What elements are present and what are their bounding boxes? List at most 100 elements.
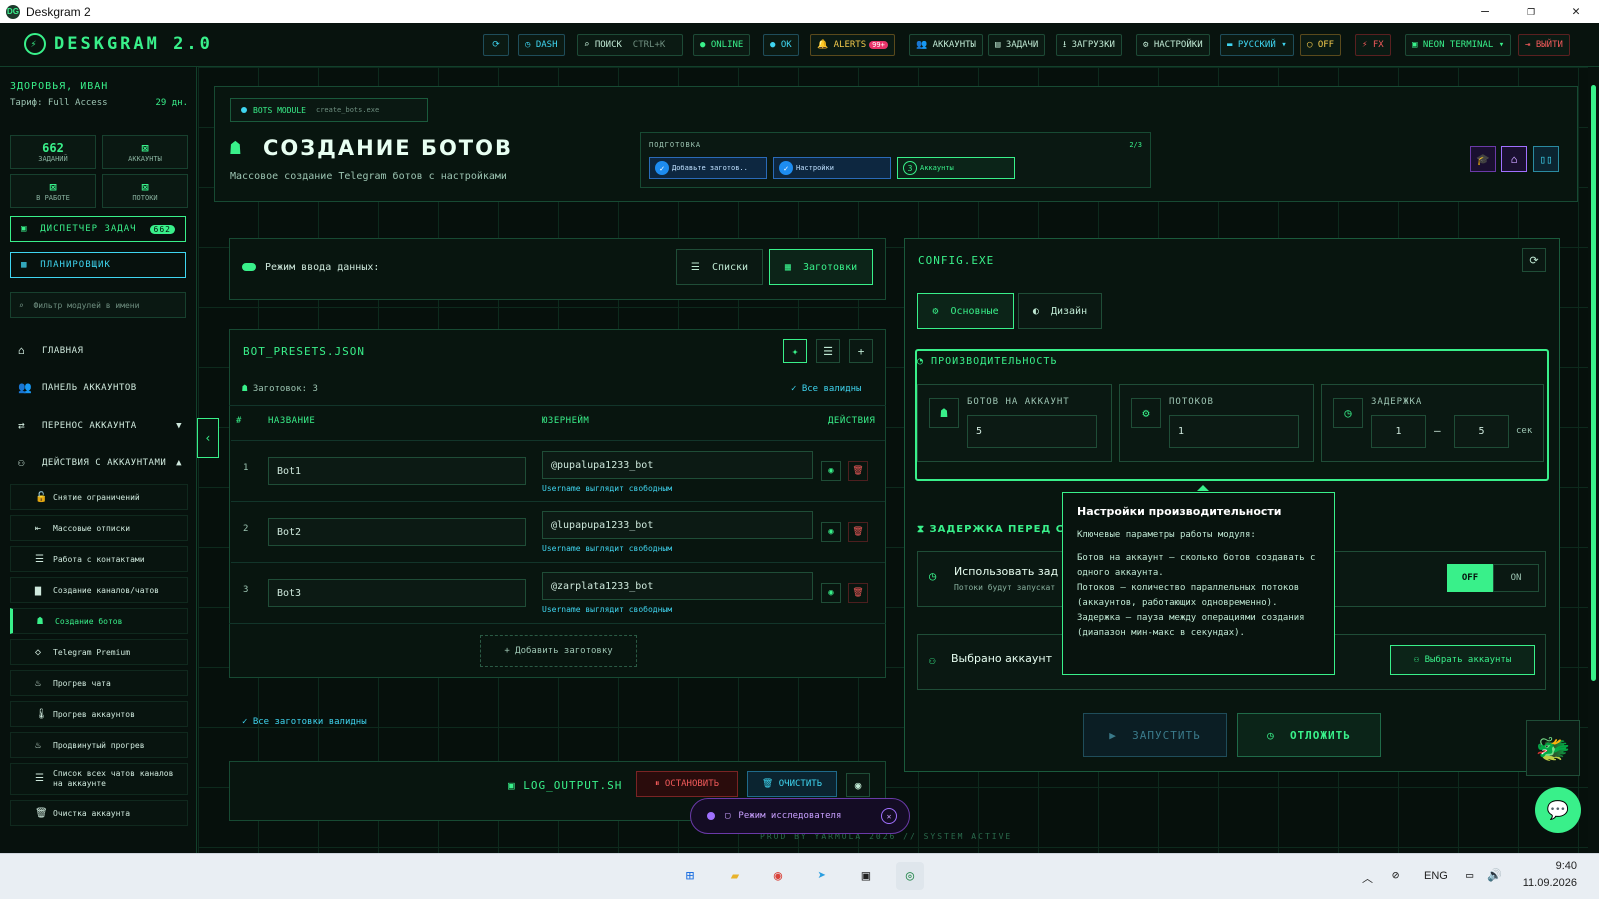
lists-button[interactable]: ☰ Списки [676,249,763,285]
terminal-icon[interactable]: ▣ [852,862,880,890]
nav-accounts-panel[interactable]: 👥 ПАНЕЛЬ АККАУНТОВ [18,381,188,394]
step-settings[interactable]: ✓ Настройки [773,157,891,179]
bot-name-input[interactable]: Bot2 [268,518,526,546]
sub-contacts[interactable]: ☰ Работа с контактами [10,546,188,572]
downloads-button[interactable]: ⭳ ЗАГРУЗКИ [1056,34,1122,56]
sub-remove-restrictions[interactable]: 🔓 Снятие ограничений [10,484,188,510]
bot-name-input[interactable]: Bot1 [268,457,526,485]
file-explorer-icon[interactable]: ▰ [721,862,749,890]
tasks-button[interactable]: ▤ ЗАДАЧИ [988,34,1046,56]
mascot-avatar[interactable]: 🐲 [1526,720,1580,776]
gauge-icon: ◔ [917,356,932,367]
dash-button[interactable]: ◷ DASH [518,34,565,56]
home-view-button[interactable]: ⌂ [1501,146,1527,172]
sub-account-warmup[interactable]: 🌡 Прогрев аккаунтов [10,701,188,727]
sub-chat-list[interactable]: ☰ Список всех чатов каналов на аккаунте [10,763,188,795]
module-file: create_bots.exe [315,106,380,114]
neon-terminal-select[interactable]: ▣ NEON TERMINAL ▾ [1405,34,1512,56]
delay-max-input[interactable]: 5 [1454,415,1509,448]
tray-chevron-up-icon[interactable]: ︿ [1362,870,1373,886]
dispatcher-button[interactable]: ▣ ДИСПЕТЧЕР ЗАДАЧ 662 [10,216,186,242]
nav-home[interactable]: ⌂ ГЛАВНАЯ [18,344,188,357]
collapse-sidebar-button[interactable]: ‹ [197,418,219,458]
bot-username-input[interactable]: @zarplata1233_bot [542,572,813,600]
add-preset-button[interactable]: + Добавить заготовку [480,635,637,667]
delay-min-input[interactable]: 1 [1371,415,1426,448]
clock-time[interactable]: 9:40 [1527,860,1577,872]
toggle-icon[interactable] [242,263,256,271]
telegram-icon[interactable]: ➤ [808,862,836,890]
postpone-button[interactable]: ◷ ОТЛОЖИТЬ [1237,713,1381,757]
deskgram-icon[interactable]: ◎ [896,862,924,890]
docs-button[interactable]: ▯▯ [1533,146,1559,172]
sub-mass-unsubscribe[interactable]: ⇤ Массовые отписки [10,515,188,541]
network-icon[interactable]: ⊘ [1392,868,1399,882]
delete-button[interactable]: 🗑 [848,461,868,481]
delete-button[interactable]: 🗑 [848,522,868,542]
choose-accounts-button[interactable]: ⚇ Выбрать аккаунты [1390,645,1535,675]
tab-design[interactable]: ◐ Дизайн [1018,293,1102,329]
planner-button[interactable]: ▦ ПЛАНИРОВЩИК [10,252,186,278]
settings-button[interactable]: ⚙ НАСТРОЙКИ [1136,34,1210,56]
list-view-button[interactable]: ☰ [816,339,840,363]
preview-button[interactable]: ◉ [821,522,841,542]
language-indicator[interactable]: ENG [1424,870,1448,882]
threads-input[interactable]: 1 [1169,415,1299,448]
add-preset-icon-button[interactable]: + [849,339,873,363]
log-view-button[interactable]: ◉ [846,773,870,797]
sub-chat-warmup[interactable]: ♨ Прогрев чата [10,670,188,696]
alerts-button[interactable]: 🔔 ALERTS 99+ [810,34,895,56]
bot-name-input[interactable]: Bot3 [268,579,526,607]
nav-account-actions[interactable]: ⚇ ДЕЙСТВИЯ С АККАУНТАМИ ▲ [18,456,188,469]
chrome-icon[interactable]: ◉ [764,862,792,890]
display-icon[interactable]: ▭ [1466,868,1473,882]
academy-button[interactable]: 🎓 [1470,146,1496,172]
bot-username-input[interactable]: @pupalupa1233_bot [542,451,813,479]
close-icon[interactable]: ✕ [881,808,897,824]
sub-create-bots[interactable]: ☗ Создание ботов [10,608,188,634]
close-button[interactable]: ✕ [1553,0,1599,23]
presets-button[interactable]: ▦ Заготовки [769,249,873,285]
maximize-button[interactable]: ❐ [1508,0,1554,23]
clear-button[interactable]: 🗑 ОЧИСТИТЬ [747,771,837,797]
scrollbar[interactable] [1588,67,1599,853]
brand[interactable]: ⚡ DESKGRAM 2.0 [24,33,213,55]
volume-icon[interactable]: 🔊 [1487,868,1502,882]
accounts-button[interactable]: 👥 АККАУНТЫ [909,34,983,56]
stat-working[interactable]: ⊠ В РАБОТЕ [10,174,96,208]
minimize-button[interactable]: — [1462,0,1508,23]
step-add-presets[interactable]: ✓ Добавьте заготов.. [649,157,767,179]
sub-create-channels[interactable]: ▆ Создание каналов/чатов [10,577,188,603]
clock-date[interactable]: 11.09.2026 [1517,877,1577,889]
bot-username-input[interactable]: @lupapupa1233_bot [542,511,813,539]
sub-clean-account[interactable]: 🗑 Очистка аккаунта [10,800,188,826]
config-refresh-button[interactable]: ⟳ [1522,248,1546,272]
delay-off-toggle[interactable]: OFF [1447,564,1493,592]
language-select[interactable]: ▬ РУССКИЙ ▾ [1220,34,1294,56]
preview-button[interactable]: ◉ [821,461,841,481]
preview-button[interactable]: ◉ [821,583,841,603]
tab-main[interactable]: ⚙ Основные [917,293,1014,329]
nav-transfer[interactable]: ⇄ ПЕРЕНОС АККАУНТА ▼ [18,419,188,432]
sub-advanced-warmup[interactable]: ♨ Продвинутый прогрев [10,732,188,758]
refresh-button[interactable]: ⟳ [483,34,509,56]
step-accounts[interactable]: 3 Аккаунты [897,157,1015,179]
off-toggle[interactable]: ◯ OFF [1300,34,1342,56]
search-button[interactable]: ⌕ ПОИСК CTRL+K [577,34,683,56]
delete-button[interactable]: 🗑 [848,583,868,603]
start-button[interactable]: ▶ ЗАПУСТИТЬ [1083,713,1227,757]
logout-button[interactable]: ⇥ ВЫЙТИ [1518,34,1570,56]
magic-button[interactable]: ✦ [783,339,807,363]
module-filter-input[interactable]: ⌕ Фильтр модулей в имени [10,292,186,318]
stat-tasks[interactable]: 662 ЗАДАНИЙ [10,135,96,169]
delay-on-toggle[interactable]: ON [1493,564,1539,592]
bots-per-account-input[interactable]: 5 [967,415,1097,448]
stat-threads[interactable]: ⊠ ПОТОКИ [102,174,188,208]
chat-button[interactable]: 💬 [1535,787,1581,833]
stop-button[interactable]: ⏸ ОСТАНОВИТЬ [636,771,738,797]
stat-accounts[interactable]: ⊠ АККАУНТЫ [102,135,188,169]
scrollbar-thumb[interactable] [1591,85,1596,681]
sub-telegram-premium[interactable]: ◇ Telegram Premium [10,639,188,665]
fx-toggle[interactable]: ⚡ FX [1355,34,1391,56]
windows-start-icon[interactable]: ⊞ [676,862,704,890]
